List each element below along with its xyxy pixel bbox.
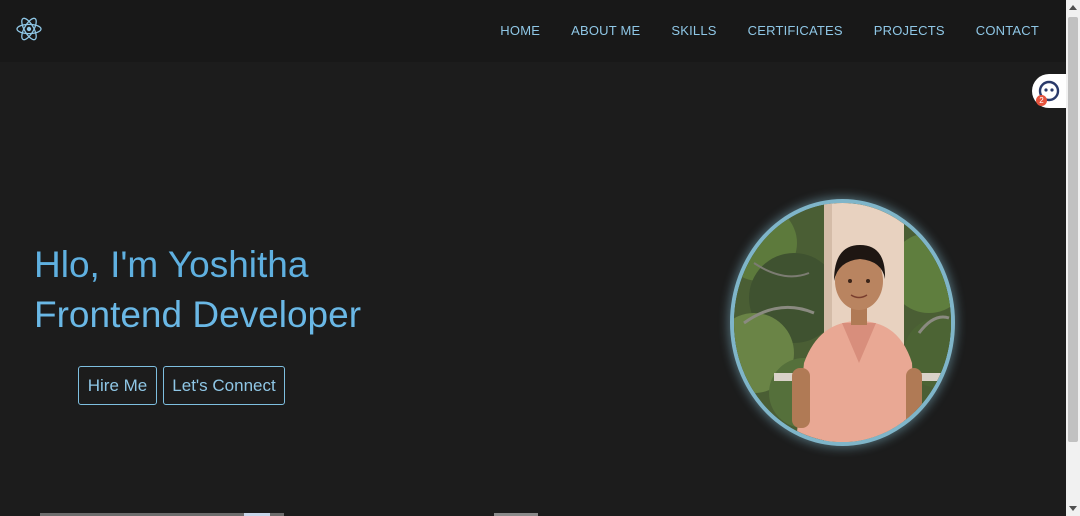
nav-link-certificates[interactable]: CERTIFICATES bbox=[748, 23, 843, 38]
nav-link-projects[interactable]: PROJECTS bbox=[874, 23, 945, 38]
lets-connect-button[interactable]: Let's Connect bbox=[163, 366, 285, 405]
next-section-preview bbox=[0, 511, 1066, 516]
react-atom-icon[interactable] bbox=[15, 15, 43, 43]
nav-link-contact[interactable]: CONTACT bbox=[976, 23, 1039, 38]
hero-role: Frontend Developer bbox=[34, 294, 362, 335]
nav-link-about-me[interactable]: ABOUT ME bbox=[571, 23, 640, 38]
chat-notification-badge: 2 bbox=[1036, 95, 1047, 106]
nav-links: HOME ABOUT ME SKILLS CERTIFICATES PROJEC… bbox=[469, 0, 1039, 60]
scrollbar-thumb[interactable] bbox=[1068, 17, 1078, 442]
nav-link-skills[interactable]: SKILLS bbox=[671, 23, 716, 38]
nav-link-home[interactable]: HOME bbox=[500, 23, 540, 38]
navbar: HOME ABOUT ME SKILLS CERTIFICATES PROJEC… bbox=[0, 0, 1066, 62]
scroll-up-arrow-icon[interactable] bbox=[1069, 5, 1077, 10]
vertical-scrollbar[interactable] bbox=[1066, 0, 1080, 516]
profile-photo-illustration bbox=[734, 203, 951, 442]
profile-photo bbox=[730, 199, 955, 446]
chat-widget-button[interactable]: 2 bbox=[1032, 74, 1066, 108]
page: HOME ABOUT ME SKILLS CERTIFICATES PROJEC… bbox=[0, 0, 1080, 516]
scroll-down-arrow-icon[interactable] bbox=[1069, 506, 1077, 511]
hire-me-button[interactable]: Hire Me bbox=[78, 366, 157, 405]
hero-greeting: Hlo, I'm Yoshitha bbox=[34, 244, 309, 285]
